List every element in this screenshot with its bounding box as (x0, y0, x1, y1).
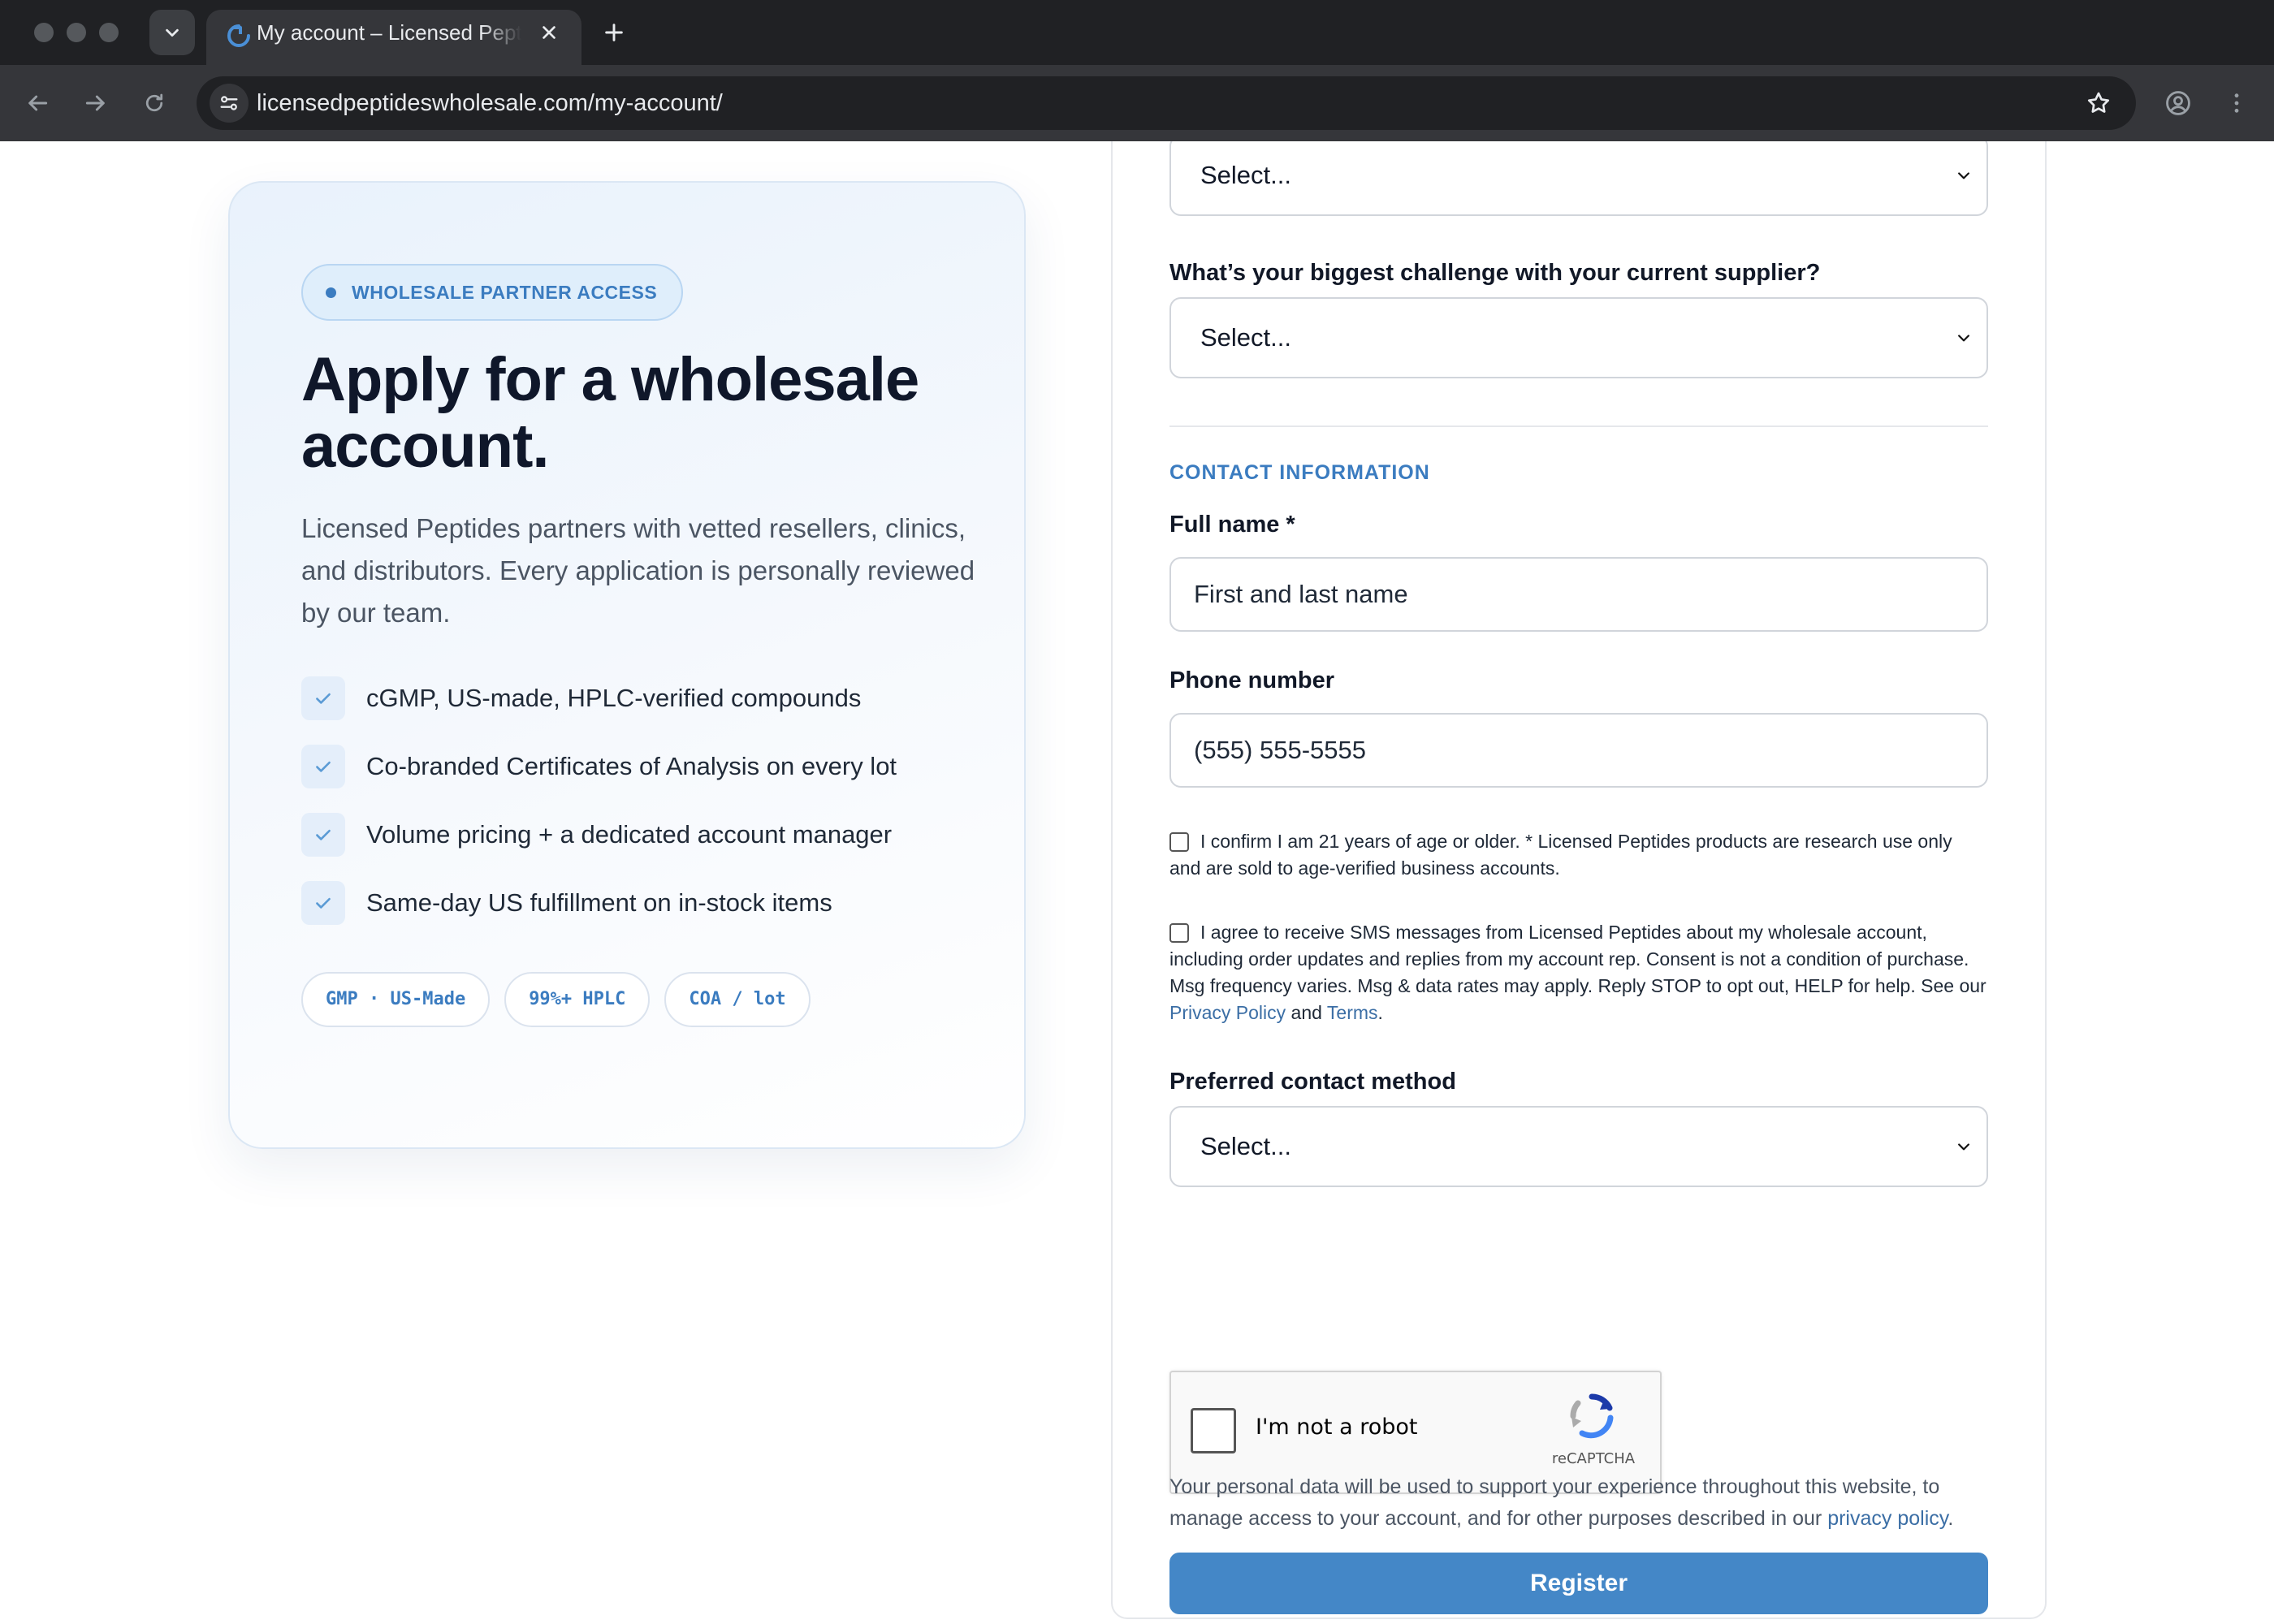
check-icon (301, 881, 345, 925)
site-info-icon (220, 96, 238, 110)
full-name-input[interactable] (1169, 557, 1988, 632)
chevron-down-icon (1958, 1143, 1969, 1151)
window-close-dot[interactable] (34, 23, 54, 42)
feature-item: Same-day US fulfillment on in-stock item… (301, 881, 1016, 949)
chevron-down-icon (1958, 172, 1969, 179)
pill-hplc: 99%+ HPLC (504, 972, 651, 1027)
feature-text: Volume pricing + a dedicated account man… (366, 820, 893, 849)
page-content: WHOLESALE PARTNER ACCESS Apply for a who… (0, 141, 2274, 1624)
reload-icon (145, 93, 163, 112)
feature-item: cGMP, US-made, HPLC-verified compounds (301, 676, 1016, 745)
recaptcha-logo-icon (1570, 1393, 1614, 1439)
badge-label: WHOLESALE PARTNER ACCESS (352, 282, 658, 303)
privacy-end-text: . (1948, 1507, 1954, 1530)
wholesale-hero-card: WHOLESALE PARTNER ACCESS Apply for a who… (228, 181, 1026, 1149)
select-value: Select... (1200, 1132, 1291, 1160)
contact-method-label: Preferred contact method (1169, 1069, 1456, 1095)
sms-end-text: . (1377, 1002, 1383, 1023)
feature-text: Same-day US fulfillment on in-stock item… (366, 888, 832, 917)
forward-arrow-icon (85, 95, 105, 111)
section-divider (1169, 425, 1988, 427)
recaptcha-brand: reCAPTCHA (1551, 1450, 1636, 1467)
check-icon (301, 676, 345, 720)
window-minimize-dot[interactable] (67, 23, 86, 42)
phone-input[interactable] (1169, 713, 1988, 788)
business-type-select[interactable]: Select... (1169, 141, 1988, 216)
url-text[interactable]: licensedpeptideswholesale.com/my-account… (257, 76, 723, 130)
badge-dot-icon (326, 287, 336, 298)
back-button[interactable] (18, 84, 57, 123)
bookmark-button[interactable] (2079, 84, 2118, 123)
select-value: Select... (1200, 161, 1291, 189)
feature-text: cGMP, US-made, HPLC-verified compounds (366, 684, 862, 712)
site-favicon-icon (227, 24, 250, 47)
challenge-label: What’s your biggest challenge with your … (1169, 260, 1821, 286)
back-arrow-icon (28, 95, 48, 111)
privacy-notice: Your personal data will be used to suppo… (1169, 1471, 1988, 1535)
phone-label: Phone number (1169, 667, 1335, 693)
recaptcha-label: I'm not a robot (1256, 1415, 1418, 1440)
register-button[interactable]: Register (1169, 1553, 1988, 1614)
star-icon (2087, 92, 2110, 113)
close-icon (543, 26, 556, 39)
page-title: Apply for a wholesale account. (301, 345, 919, 481)
sms-consent-checkbox[interactable] (1169, 923, 1189, 943)
pill-coa: COA / lot (664, 972, 811, 1027)
contact-section-heading: CONTACT INFORMATION (1169, 461, 1430, 484)
full-name-label: Full name * (1169, 512, 1295, 538)
sms-consent: I agree to receive SMS messages from Lic… (1169, 919, 1988, 1026)
feature-item: Volume pricing + a dedicated account man… (301, 813, 1016, 881)
pill-gmp: GMP · US-Made (301, 972, 491, 1027)
age-consent-checkbox[interactable] (1169, 832, 1189, 852)
age-consent-text: I confirm I am 21 years of age or older.… (1169, 831, 1952, 879)
partner-access-badge: WHOLESALE PARTNER ACCESS (301, 264, 684, 321)
browser-tab-strip: My account – Licensed Peptides Wholesale (0, 0, 2274, 65)
feature-list: cGMP, US-made, HPLC-verified compounds C… (301, 676, 1016, 949)
sms-terms-link[interactable]: Terms (1327, 1002, 1378, 1023)
select-value: Select... (1200, 323, 1291, 352)
privacy-notice-text: Your personal data will be used to suppo… (1169, 1475, 1940, 1530)
reload-button[interactable] (135, 84, 174, 123)
more-menu-icon (2234, 93, 2239, 113)
supplier-challenge-select[interactable]: Select... (1169, 297, 1988, 378)
privacy-policy-link[interactable]: privacy policy (1827, 1507, 1948, 1530)
feature-item: Co-branded Certificates of Analysis on e… (301, 745, 1016, 813)
feature-text: Co-branded Certificates of Analysis on e… (366, 752, 897, 780)
chevron-down-icon (1958, 335, 1969, 342)
active-tab[interactable]: My account – Licensed Peptides Wholesale (206, 10, 581, 65)
chevron-down-icon (166, 28, 179, 37)
forward-button[interactable] (76, 84, 115, 123)
window-zoom-dot[interactable] (99, 23, 119, 42)
sms-and-text: and (1290, 1002, 1322, 1023)
registration-form-card: Select... What’s your biggest challenge … (1111, 141, 2047, 1619)
recaptcha-checkbox[interactable] (1191, 1408, 1236, 1453)
address-bar[interactable]: licensedpeptideswholesale.com/my-account… (197, 76, 2136, 130)
profile-button[interactable] (2159, 84, 2198, 123)
contact-method-select[interactable]: Select... (1169, 1106, 1988, 1187)
age-consent: I confirm I am 21 years of age or older.… (1169, 828, 1988, 882)
sms-consent-text: I agree to receive SMS messages from Lic… (1169, 922, 1987, 996)
certification-pills: GMP · US-Made 99%+ HPLC COA / lot (301, 972, 811, 1027)
more-menu-button[interactable] (2217, 84, 2256, 123)
hero-description: Licensed Peptides partners with vetted r… (301, 513, 975, 628)
tab-title: My account – Licensed Peptides Wholesale (257, 20, 521, 45)
browser-toolbar: licensedpeptideswholesale.com/my-account… (0, 65, 2274, 141)
site-info-button[interactable] (210, 84, 249, 123)
profile-icon (2166, 91, 2190, 115)
sms-privacy-policy-link[interactable]: Privacy Policy (1169, 1002, 1286, 1023)
new-tab-button[interactable] (598, 16, 630, 49)
check-icon (301, 813, 345, 857)
plus-icon (605, 24, 623, 41)
check-icon (301, 745, 345, 788)
tab-close-button[interactable] (536, 19, 562, 45)
tab-search-button[interactable] (149, 10, 195, 55)
